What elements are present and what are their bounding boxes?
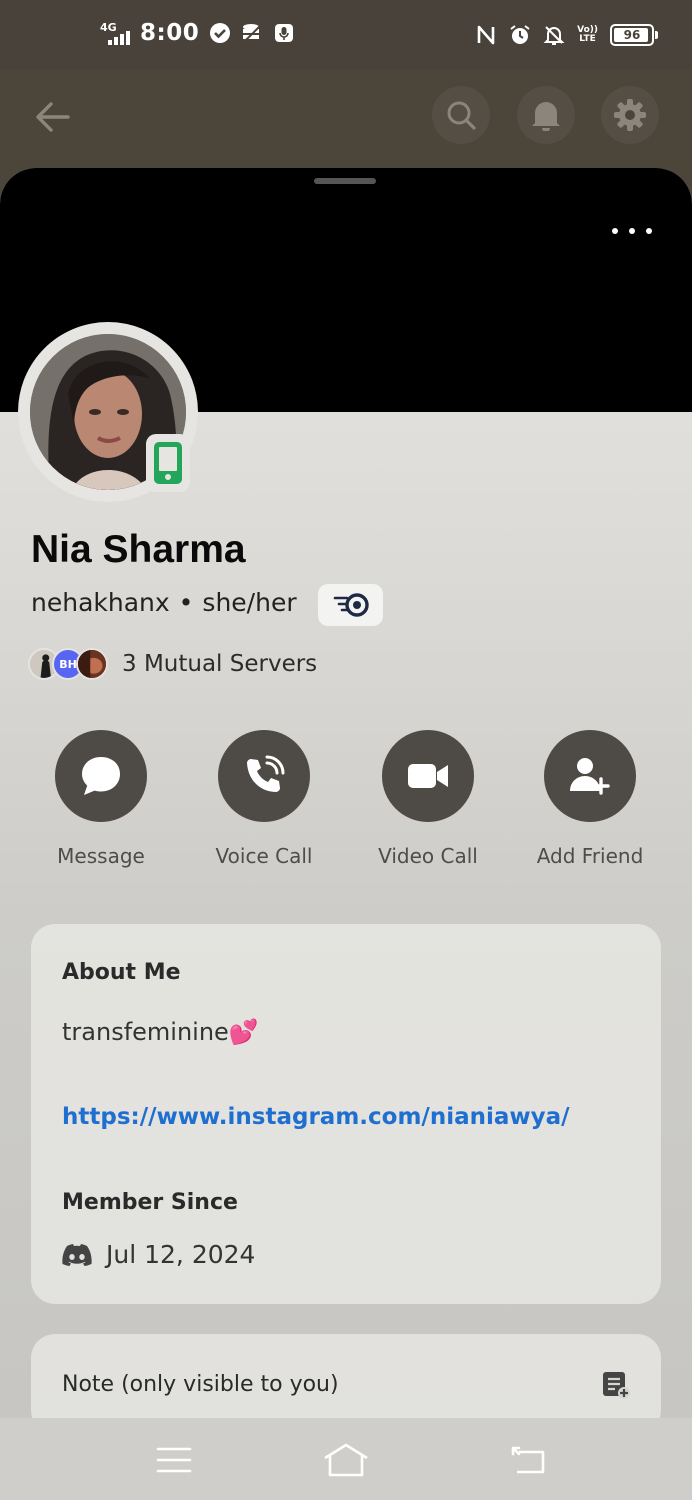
home-icon xyxy=(324,1443,368,1477)
pronouns: she/her xyxy=(202,588,297,617)
about-me-card: About Me transfeminine 💕 https://www.ins… xyxy=(31,924,661,1304)
about-me-title: About Me xyxy=(62,960,181,985)
add-friend-icon xyxy=(570,758,610,795)
notifications-button[interactable] xyxy=(517,86,575,144)
home-button[interactable] xyxy=(322,1440,370,1480)
hearts-emoji: 💕 xyxy=(228,1018,259,1046)
member-since-date: Jul 12, 2024 xyxy=(106,1240,256,1269)
back-arrow-icon[interactable] xyxy=(30,94,76,140)
status-bar-left: 4G 8:00 xyxy=(100,20,295,46)
bio-text: transfeminine 💕 xyxy=(62,1018,259,1046)
message-button[interactable]: Message xyxy=(36,730,166,868)
video-call-label: Video Call xyxy=(378,844,478,868)
signal-indicator: 4G xyxy=(100,21,130,45)
menu-icon xyxy=(156,1447,192,1473)
voice-call-icon-circle xyxy=(218,730,310,822)
nfc-icon xyxy=(477,25,495,45)
gear-icon xyxy=(614,99,646,131)
check-circle-icon xyxy=(210,23,231,43)
settings-button[interactable] xyxy=(601,86,659,144)
clock: 8:00 xyxy=(140,20,200,46)
member-since-title: Member Since xyxy=(62,1190,238,1215)
add-friend-button[interactable]: Add Friend xyxy=(525,730,655,868)
video-camera-icon xyxy=(408,764,448,788)
search-button[interactable] xyxy=(432,86,490,144)
username-row: nehakhanx • she/her xyxy=(31,588,297,617)
back-nav-icon xyxy=(511,1446,545,1474)
add-note-icon[interactable] xyxy=(601,1370,631,1400)
volte-indicator: Vo)) LTE xyxy=(577,25,598,44)
signal-bars-icon xyxy=(108,31,130,45)
add-friend-icon-circle xyxy=(544,730,636,822)
status-bar-right: Vo)) LTE 96 xyxy=(475,24,658,46)
mutual-servers-label: 3 Mutual Servers xyxy=(122,651,318,677)
video-call-icon-circle xyxy=(382,730,474,822)
data-saver-icon xyxy=(243,24,262,43)
server-avatar xyxy=(76,648,108,680)
discord-logo-icon xyxy=(62,1243,92,1266)
message-label: Message xyxy=(57,844,145,868)
display-name: Nia Sharma xyxy=(31,528,246,571)
mutual-servers-row[interactable]: BH 3 Mutual Servers xyxy=(28,648,317,680)
bell-off-icon xyxy=(543,26,565,45)
nitro-badge[interactable] xyxy=(318,584,383,626)
status-bar: 4G 8:00 Vo)) LTE 96 xyxy=(0,0,692,70)
top-app-bar xyxy=(0,70,692,170)
microphone-icon xyxy=(275,24,294,42)
phone-call-icon xyxy=(247,755,285,792)
message-icon-circle xyxy=(55,730,147,822)
add-friend-label: Add Friend xyxy=(536,844,644,868)
system-nav-bar xyxy=(0,1418,692,1500)
battery-icon: 96 xyxy=(610,24,658,46)
note-title: Note (only visible to you) xyxy=(62,1372,339,1397)
back-button[interactable] xyxy=(505,1440,553,1480)
more-options-icon[interactable] xyxy=(612,223,652,239)
video-call-button[interactable]: Video Call xyxy=(363,730,493,868)
battery-level: 96 xyxy=(623,28,641,42)
profile-sheet: Nia Sharma nehakhanx • she/her BH 3 Mutu… xyxy=(0,168,692,1418)
separator-dot: • xyxy=(178,588,194,617)
username: nehakhanx xyxy=(31,588,170,617)
member-since-row: Jul 12, 2024 xyxy=(62,1240,255,1269)
voice-call-label: Voice Call xyxy=(215,844,313,868)
voice-call-button[interactable]: Voice Call xyxy=(199,730,329,868)
recents-button[interactable] xyxy=(150,1440,198,1480)
bell-icon xyxy=(532,102,560,131)
search-icon xyxy=(447,101,476,130)
mobile-phone-icon xyxy=(154,442,182,484)
instagram-link[interactable]: https://www.instagram.com/nianiawya/ xyxy=(62,1104,570,1130)
alarm-icon xyxy=(510,25,530,44)
drag-handle[interactable] xyxy=(314,178,376,184)
note-card[interactable]: Note (only visible to you) xyxy=(31,1334,661,1418)
chat-bubble-icon xyxy=(82,757,120,795)
mobile-status-badge xyxy=(146,434,190,492)
nitro-icon xyxy=(333,593,369,617)
